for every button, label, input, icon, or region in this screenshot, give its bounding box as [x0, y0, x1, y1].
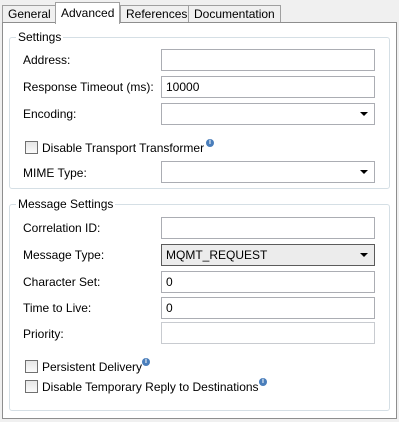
advanced-panel: Settings Address: Response Timeout (ms):…	[2, 22, 397, 419]
response-timeout-input[interactable]: 10000	[161, 76, 375, 98]
disable-temp-reply-checkbox[interactable]	[25, 380, 38, 393]
tab-documentation[interactable]: Documentation	[188, 5, 281, 23]
persistent-delivery-label: Persistent Delivery	[42, 360, 143, 374]
disable-transport-transformer-label: Disable Transport Transformer	[42, 141, 205, 155]
priority-label: Priority:	[23, 327, 64, 341]
encoding-select[interactable]	[161, 103, 375, 125]
chevron-down-icon	[360, 112, 368, 116]
encoding-label: Encoding:	[23, 107, 77, 121]
tab-references[interactable]: References	[120, 5, 194, 23]
address-label: Address:	[23, 53, 71, 67]
chevron-down-icon	[360, 253, 368, 257]
character-set-label: Character Set:	[23, 275, 101, 289]
disable-transport-transformer-checkbox[interactable]	[25, 141, 38, 154]
time-to-live-label: Time to Live:	[23, 301, 92, 315]
mime-type-label: MIME Type:	[23, 166, 87, 180]
correlation-id-label: Correlation ID:	[23, 221, 101, 235]
message-type-value: MQMT_REQUEST	[166, 248, 268, 262]
message-settings-group-title: Message Settings	[16, 197, 116, 211]
info-icon: i	[206, 139, 214, 147]
message-type-select[interactable]: MQMT_REQUEST	[161, 244, 375, 266]
character-set-input[interactable]: 0	[161, 271, 375, 293]
persistent-delivery-checkbox[interactable]	[25, 360, 38, 373]
settings-group-title: Settings	[16, 30, 64, 44]
correlation-id-input[interactable]	[161, 217, 375, 239]
info-icon: i	[142, 358, 150, 366]
tab-general[interactable]: General	[2, 5, 57, 23]
message-type-label: Message Type:	[23, 248, 105, 262]
chevron-down-icon	[360, 170, 368, 174]
address-input[interactable]	[161, 49, 375, 71]
tab-advanced[interactable]: Advanced	[55, 2, 121, 24]
disable-temp-reply-label: Disable Temporary Reply to Destinations	[42, 380, 259, 394]
mime-type-select[interactable]	[161, 161, 375, 183]
info-icon: i	[259, 378, 267, 386]
response-timeout-label: Response Timeout (ms):	[23, 80, 154, 94]
time-to-live-input[interactable]: 0	[161, 297, 375, 319]
priority-input[interactable]	[161, 322, 375, 344]
